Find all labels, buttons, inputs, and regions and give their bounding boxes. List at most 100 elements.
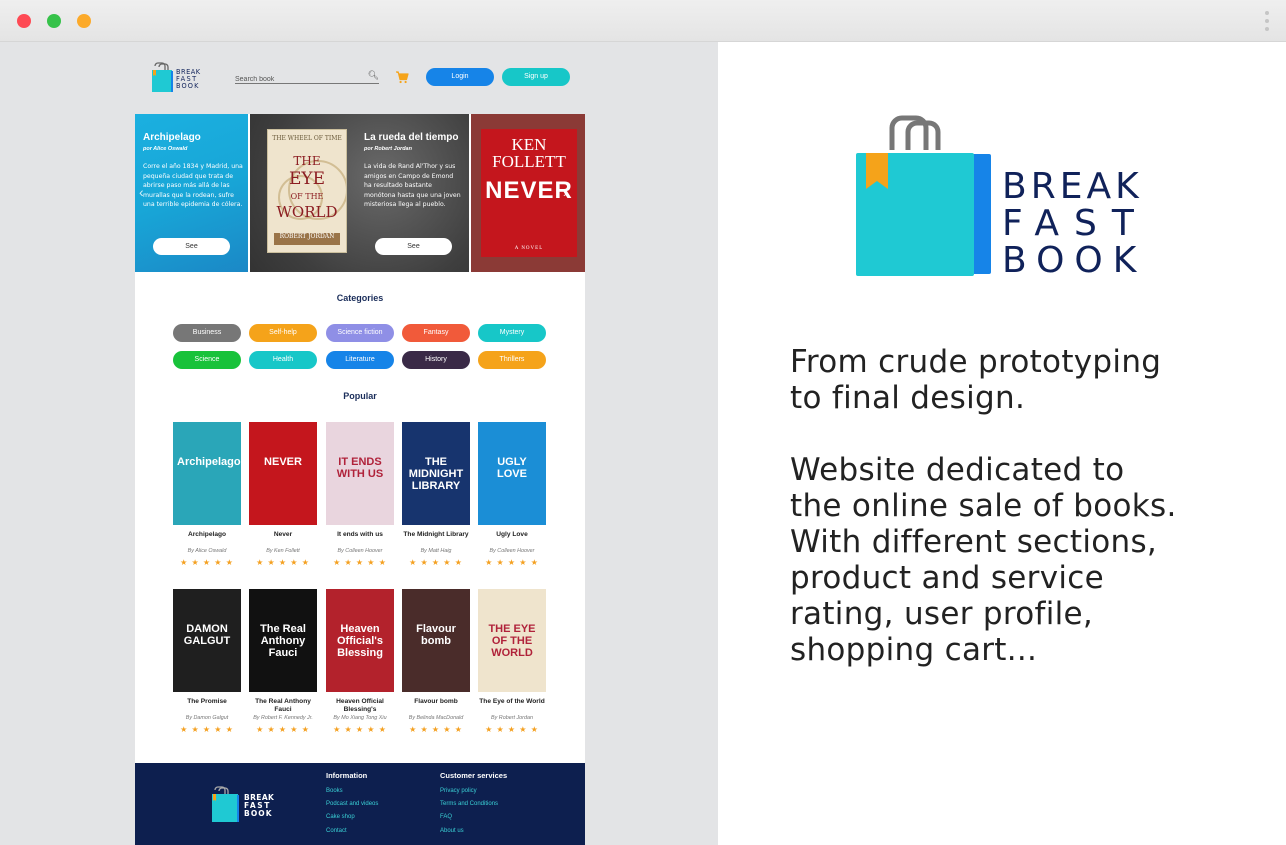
breakfastbook-logo[interactable]: BREAK FAST BOOK bbox=[149, 62, 201, 94]
book-title[interactable]: Never bbox=[249, 531, 317, 547]
book-card[interactable]: IT ENDS WITH US It ends with us By Colleen… bbox=[326, 422, 394, 567]
star-rating-icon[interactable]: ★ ★ ★ ★ ★ bbox=[173, 725, 241, 734]
star-rating-icon[interactable]: ★ ★ ★ ★ ★ bbox=[326, 558, 394, 567]
category-chip-health[interactable]: Health bbox=[249, 351, 317, 369]
more-options-icon[interactable] bbox=[1264, 11, 1270, 33]
hero-slide-never[interactable]: KEN FOLLETT NEVER A NOVEL › bbox=[471, 114, 585, 272]
cover-author: FOLLETT bbox=[492, 152, 566, 171]
book-cover-text: NEVER bbox=[264, 456, 302, 468]
star-rating-icon[interactable]: ★ ★ ★ ★ ★ bbox=[478, 725, 546, 734]
book-title[interactable]: The Eye of the World bbox=[478, 698, 546, 714]
slide-description: La vida de Rand Al'Thor y sus amigos en … bbox=[364, 163, 461, 209]
footer-link-books[interactable]: Books bbox=[326, 788, 343, 794]
star-rating-icon[interactable]: ★ ★ ★ ★ ★ bbox=[402, 725, 470, 734]
slide-title: Archipelago bbox=[143, 132, 201, 143]
cover-word: OF THE bbox=[290, 192, 324, 202]
category-chip-science-fiction[interactable]: Science fiction bbox=[326, 324, 394, 342]
hero-slide-archipelago[interactable]: Archipelago por Alice Oswald Corre el añ… bbox=[135, 114, 248, 272]
footer-link-privacy[interactable]: Privacy policy bbox=[440, 788, 477, 794]
book-cover[interactable]: THE MIDNIGHT LIBRARY bbox=[402, 422, 470, 525]
website-mockup: BREAK FAST BOOK 🔍︎ Login Sign up Archipe… bbox=[135, 42, 585, 845]
close-window-button[interactable] bbox=[17, 14, 31, 28]
category-chip-fantasy[interactable]: Fantasy bbox=[402, 324, 470, 342]
book-title[interactable]: Archipelago bbox=[173, 531, 241, 547]
description-paragraph: Website dedicated to the online sale of … bbox=[790, 452, 1177, 668]
book-author: By Belinda MacDonald bbox=[408, 715, 464, 721]
slide-title: La rueda del tiempo bbox=[364, 132, 459, 143]
login-button[interactable]: Login bbox=[426, 68, 494, 86]
book-card[interactable]: Archipelago Archipelago By Alice Oswald ★ ★… bbox=[173, 422, 241, 567]
book-title[interactable]: The Midnight Library bbox=[402, 531, 470, 547]
book-title[interactable]: The Real Anthony Fauci bbox=[249, 698, 317, 714]
book-title[interactable]: Flavour bomb bbox=[402, 698, 470, 714]
book-card[interactable]: THE MIDNIGHT LIBRARY The Midnight Library… bbox=[402, 422, 470, 567]
maximize-window-button[interactable] bbox=[47, 14, 61, 28]
category-chip-science[interactable]: Science bbox=[173, 351, 241, 369]
intro-paragraph: From crude prototyping to final design. bbox=[790, 344, 1162, 416]
cover-word: EYE bbox=[288, 169, 326, 190]
popular-heading: Popular bbox=[343, 391, 377, 401]
book-cover[interactable]: Flavour bomb bbox=[402, 589, 470, 692]
window-titlebar bbox=[0, 0, 1286, 42]
book-cover[interactable]: NEVER bbox=[249, 422, 317, 525]
logo-word-1: BREAK bbox=[1002, 166, 1143, 207]
book-title[interactable]: It ends with us bbox=[326, 531, 394, 547]
footer-information-heading: Information bbox=[326, 771, 368, 780]
carousel-next-arrow[interactable]: › bbox=[563, 184, 568, 200]
book-title[interactable]: The Promise bbox=[173, 698, 241, 714]
category-chip-literature[interactable]: Literature bbox=[326, 351, 394, 369]
star-rating-icon[interactable]: ★ ★ ★ ★ ★ bbox=[249, 558, 317, 567]
signup-button[interactable]: Sign up bbox=[502, 68, 570, 86]
star-rating-icon[interactable]: ★ ★ ★ ★ ★ bbox=[402, 558, 470, 567]
category-chip-self-help[interactable]: Self-help bbox=[249, 324, 317, 342]
carousel-prev-arrow[interactable]: ‹ bbox=[139, 184, 144, 200]
book-card[interactable]: UGLY LOVE Ugly Love By Colleen Hoover ★ ★ ★… bbox=[478, 422, 546, 567]
footer-link-about[interactable]: About us bbox=[440, 828, 464, 834]
book-card[interactable]: The Real Anthony Fauci The Real Anthony F… bbox=[249, 589, 317, 734]
search-input[interactable] bbox=[235, 76, 365, 83]
category-chip-thrillers[interactable]: Thrillers bbox=[478, 351, 546, 369]
book-card[interactable]: THE EYE OF THE WORLD The Eye of the World… bbox=[478, 589, 546, 734]
book-card[interactable]: NEVER Never By Ken Follett ★ ★ ★ ★ ★ bbox=[249, 422, 317, 567]
site-header: BREAK FAST BOOK 🔍︎ Login Sign up bbox=[135, 42, 585, 114]
see-button[interactable]: See bbox=[153, 238, 230, 255]
star-rating-icon[interactable]: ★ ★ ★ ★ ★ bbox=[478, 558, 546, 567]
footer-link-terms[interactable]: Terms and Conditions bbox=[440, 801, 498, 807]
book-card[interactable]: DAMON GALGUT The Promise By Damon Galgut ★ … bbox=[173, 589, 241, 734]
category-chip-mystery[interactable]: Mystery bbox=[478, 324, 546, 342]
book-cover[interactable]: DAMON GALGUT bbox=[173, 589, 241, 692]
slide-description: Corre el año 1834 y Madrid, una pequeña … bbox=[143, 163, 243, 209]
footer-services-heading: Customer services bbox=[440, 771, 508, 780]
book-cover[interactable]: IT ENDS WITH US bbox=[326, 422, 394, 525]
category-chip-history[interactable]: History bbox=[402, 351, 470, 369]
footer-link-faq[interactable]: FAQ bbox=[440, 814, 452, 820]
star-rating-icon[interactable]: ★ ★ ★ ★ ★ bbox=[249, 725, 317, 734]
site-footer: BREAK FAST BOOK Information Books Podcas… bbox=[135, 763, 585, 845]
book-cover[interactable]: The Real Anthony Fauci bbox=[249, 589, 317, 692]
logo-word-3: BOOK bbox=[176, 82, 200, 90]
book-cover-text: Heaven Official's Blessing bbox=[336, 623, 384, 659]
book-author: By Colleen Hoover bbox=[337, 548, 383, 554]
logo-word-3: BOOK bbox=[244, 809, 273, 818]
book-title[interactable]: Ugly Love bbox=[478, 531, 546, 547]
footer-link-cake-shop[interactable]: Cake shop bbox=[326, 814, 355, 820]
shopping-cart-icon[interactable] bbox=[395, 70, 409, 84]
see-button[interactable]: See bbox=[375, 238, 452, 255]
minimize-window-button[interactable] bbox=[77, 14, 91, 28]
star-rating-icon[interactable]: ★ ★ ★ ★ ★ bbox=[326, 725, 394, 734]
book-cover[interactable]: THE EYE OF THE WORLD bbox=[478, 589, 546, 692]
book-cover[interactable]: Archipelago bbox=[173, 422, 241, 525]
hero-slide-rueda-del-tiempo[interactable]: THE WHEEL OF TIME THE EYE OF THE WORLD R… bbox=[250, 114, 469, 272]
hero-carousel: Archipelago por Alice Oswald Corre el añ… bbox=[135, 114, 585, 272]
footer-link-podcast[interactable]: Podcast and videos bbox=[326, 801, 378, 807]
book-cover[interactable]: Heaven Official's Blessing bbox=[326, 589, 394, 692]
star-rating-icon[interactable]: ★ ★ ★ ★ ★ bbox=[173, 558, 241, 567]
book-title[interactable]: Heaven Official Blessing's bbox=[326, 698, 394, 714]
book-card[interactable]: Heaven Official's Blessing Heaven Officia… bbox=[326, 589, 394, 734]
book-cover[interactable]: UGLY LOVE bbox=[478, 422, 546, 525]
category-chip-business[interactable]: Business bbox=[173, 324, 241, 342]
footer-logo[interactable]: BREAK FAST BOOK bbox=[209, 783, 279, 825]
book-card[interactable]: Flavour bomb Flavour bomb By Belinda MacDo… bbox=[402, 589, 470, 734]
footer-link-contact[interactable]: Contact bbox=[326, 828, 347, 834]
search-icon[interactable]: 🔍︎ bbox=[368, 70, 379, 81]
